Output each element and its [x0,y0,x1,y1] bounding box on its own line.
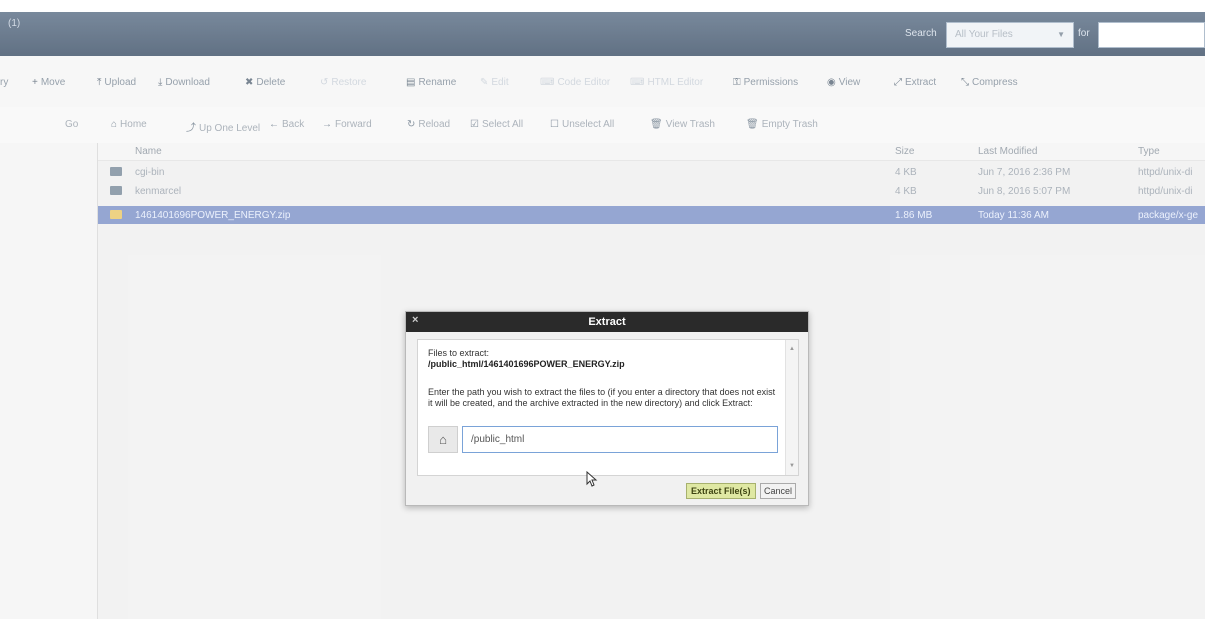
scroll-down-icon: ▼ [789,463,795,469]
files-to-extract-path: /public_html/1461401696POWER_ENERGY.zip [428,359,625,369]
extract-files-button[interactable]: Extract File(s) [686,483,756,499]
scroll-up-icon: ▲ [789,346,795,352]
home-icon: ⌂ [428,426,458,453]
files-to-extract-label: Files to extract: [428,348,490,358]
extract-path-input[interactable] [462,426,778,453]
dialog-body: Files to extract: /public_html/146140169… [417,339,799,476]
mouse-pointer-icon [586,471,598,487]
extract-dialog: × Extract Files to extract: /public_html… [405,311,809,506]
modal-backdrop [0,0,1205,619]
cancel-button[interactable]: Cancel [760,483,797,499]
dialog-title: Extract [588,316,626,328]
dialog-footer: Extract File(s) Cancel [406,478,808,505]
dialog-scrollbar[interactable]: ▲ ▼ [785,340,798,475]
dialog-titlebar: × Extract [406,312,808,332]
extract-instructions: Enter the path you wish to extract the f… [428,387,776,408]
